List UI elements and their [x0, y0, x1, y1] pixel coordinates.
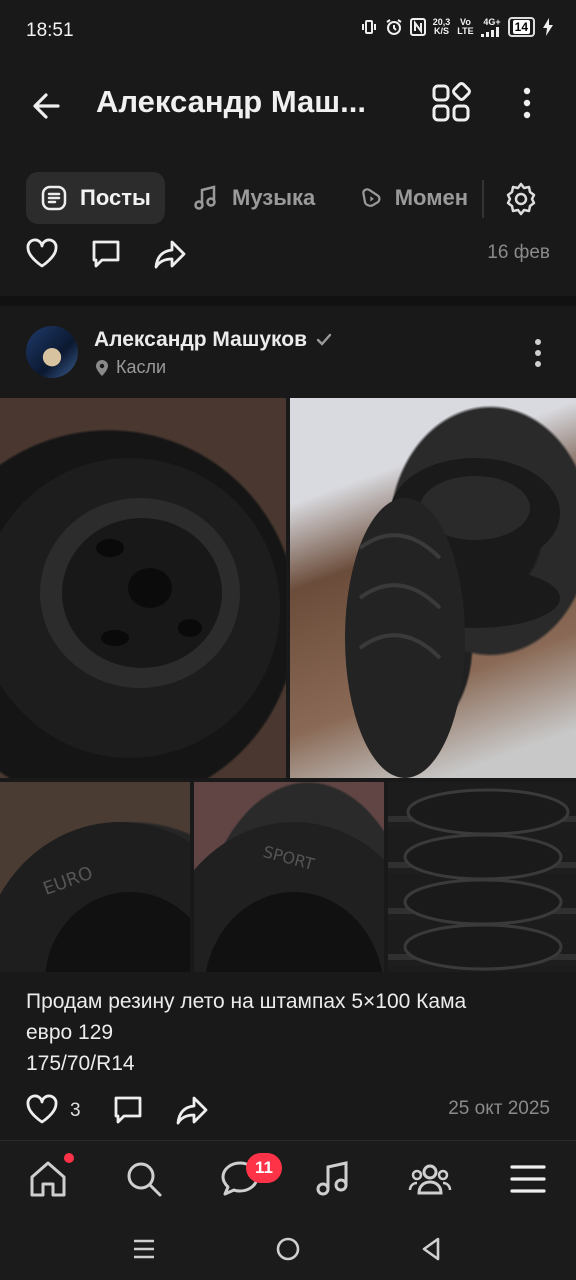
home-circle-icon[interactable]: [274, 1235, 302, 1263]
bottom-navigation: 11: [0, 1140, 576, 1217]
profile-header: Александр Маш...: [0, 62, 576, 142]
alarm-icon: [386, 19, 402, 35]
verified-check-icon: [316, 333, 332, 346]
tab-posts[interactable]: Посты: [26, 172, 165, 224]
previous-post-date: 16 фев: [487, 242, 550, 263]
tab-music[interactable]: Музыка: [192, 172, 315, 224]
post-photo[interactable]: [388, 782, 576, 972]
post-separator: [0, 296, 576, 306]
tabs-divider: [482, 180, 484, 218]
like-heart-icon[interactable]: [24, 1092, 60, 1128]
profile-title: Александр Маш...: [96, 84, 366, 119]
music-icon[interactable]: [312, 1157, 356, 1201]
moments-icon: [362, 188, 381, 207]
like-count: 3: [70, 1100, 81, 1121]
post-date: 25 окт 2025: [448, 1098, 550, 1119]
location-pin-icon: [96, 359, 108, 376]
system-back-icon[interactable]: [418, 1235, 446, 1263]
recent-apps-icon[interactable]: [130, 1236, 158, 1262]
tab-moments[interactable]: Момен: [358, 172, 468, 224]
tab-posts-label: Посты: [80, 185, 151, 210]
post-text-line: Продам резину лето на штампах 5×100 Кама: [26, 990, 467, 1013]
battery-indicator: 14: [507, 17, 535, 37]
status-icons: 20,3 K/S Vo LTE 4G+ 14: [360, 17, 554, 37]
nfc-icon: [409, 18, 426, 36]
signal-icon: [480, 26, 499, 37]
home-icon[interactable]: [26, 1157, 70, 1201]
messages-badge: 11: [246, 1153, 282, 1183]
comment-icon[interactable]: [88, 236, 124, 272]
like-heart-icon[interactable]: [24, 236, 60, 272]
search-icon[interactable]: [122, 1157, 166, 1201]
status-time: 18:51: [26, 20, 74, 41]
net-speed: 20,3 K/S: [432, 17, 451, 36]
comment-icon[interactable]: [110, 1092, 146, 1128]
volte-indicator: Vo LTE: [457, 17, 474, 36]
tire-photo-5: [403, 788, 570, 971]
author-name-text: Александр Машуков: [94, 328, 308, 351]
tire-photo-2: [345, 458, 560, 778]
post-photo[interactable]: [0, 398, 286, 778]
posts-icon: [41, 185, 67, 211]
post-photo[interactable]: EURO: [0, 782, 190, 972]
post-text: Продам резину лето на штампах 5×100 Кама…: [26, 986, 556, 1079]
tire-photo-4: SPORT: [194, 822, 384, 972]
tab-music-label: Музыка: [232, 185, 316, 210]
author-avatar[interactable]: [26, 326, 78, 378]
post-photo[interactable]: [290, 398, 576, 778]
share-icon[interactable]: [152, 236, 188, 272]
vibrate-icon: [361, 20, 376, 34]
menu-icon[interactable]: [506, 1157, 550, 1201]
home-notification-dot: [64, 1153, 74, 1163]
back-arrow-icon[interactable]: [28, 86, 68, 126]
post-location: Касли: [94, 357, 166, 378]
qr-code-icon[interactable]: [430, 82, 472, 124]
friends-icon[interactable]: [408, 1157, 452, 1201]
settings-gear-icon[interactable]: [502, 180, 540, 218]
charging-icon: [543, 18, 553, 36]
tire-photo-1: [0, 458, 280, 758]
post-text-line: 175/70/R14: [26, 1052, 135, 1075]
tire-photo-3: EURO: [0, 822, 190, 972]
more-vertical-icon[interactable]: [512, 82, 542, 124]
previous-post-actions: 16 фев: [0, 232, 576, 276]
system-navigation: [0, 1216, 576, 1280]
status-bar: 18:51 20,3 K/S Vo LTE 4G+ 14: [0, 0, 576, 62]
profile-tabs: Посты Музыка Момен: [0, 172, 576, 228]
signal-indicator: 4G+: [480, 17, 501, 37]
author-name[interactable]: Александр Машуков: [94, 328, 333, 352]
share-icon[interactable]: [174, 1092, 210, 1128]
tab-moments-label: Момен: [394, 185, 468, 210]
music-icon: [194, 185, 216, 210]
post-photo[interactable]: SPORT: [194, 782, 384, 972]
post-actions: 3 25 окт 2025: [0, 1088, 576, 1132]
post-text-line: евро 129: [26, 1021, 114, 1044]
location-text: Касли: [116, 357, 167, 377]
post-more-icon[interactable]: [528, 336, 548, 370]
